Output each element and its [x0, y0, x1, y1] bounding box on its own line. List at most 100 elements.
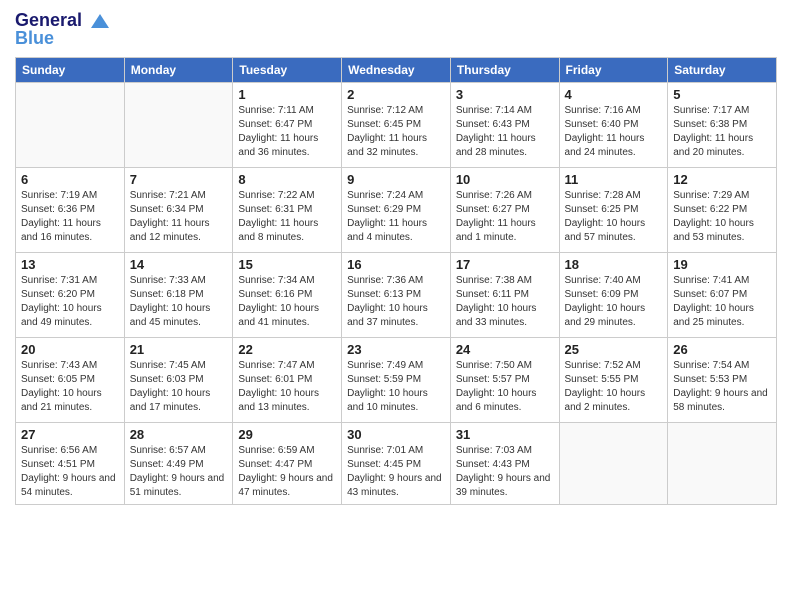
calendar-cell: 21Sunrise: 7:45 AM Sunset: 6:03 PM Dayli… [124, 338, 233, 423]
calendar-week-5: 27 Sunrise: 6:56 AM Sunset: 4:51 PM Dayli… [16, 423, 777, 505]
calendar-week-4: 20 Sunrise: 7:43 AM Sunset: 6:05 PM Dayli… [16, 338, 777, 423]
date-number: 2 [347, 87, 445, 102]
cell-daylight-info: Sunrise: 7:50 AM Sunset: 5:57 PM Dayligh… [456, 359, 554, 415]
logo-icon [89, 10, 111, 32]
cell-daylight-info: Sunrise: 7:43 AM Sunset: 6:05 PM Dayligh… [21, 359, 119, 415]
calendar-week-3: 13 Sunrise: 7:31 AM Sunset: 6:20 PM Dayli… [16, 253, 777, 338]
date-number: 3 [456, 87, 554, 102]
date-number: 1 [238, 87, 336, 102]
calendar-cell: 9 Sunrise: 7:24 AM Sunset: 6:29 PM Daylig… [342, 168, 451, 253]
page-container: General Blue SundayMondayTuesdayWednesda… [0, 0, 792, 515]
calendar-cell: 28 Sunrise: 6:57 AM Sunset: 4:49 PM Dayli… [124, 423, 233, 505]
cell-daylight-info: Sunrise: 7:36 AM Sunset: 6:13 PM Dayligh… [347, 274, 445, 330]
logo: General Blue [15, 10, 111, 49]
calendar-cell: 17 Sunrise: 7:38 AM Sunset: 6:11 PM Dayli… [450, 253, 559, 338]
calendar-body: 1 Sunrise: 7:11 AM Sunset: 6:47 PM Daylig… [16, 83, 777, 505]
cell-daylight-info: Sunrise: 7:31 AM Sunset: 6:20 PM Dayligh… [21, 274, 119, 330]
date-number: 8 [238, 172, 336, 187]
cell-daylight-info: Sunrise: 7:24 AM Sunset: 6:29 PM Dayligh… [347, 189, 445, 245]
cell-daylight-info: Sunrise: 7:41 AM Sunset: 6:07 PM Dayligh… [673, 274, 771, 330]
date-number: 15 [238, 257, 336, 272]
cell-daylight-info: Sunrise: 7:33 AM Sunset: 6:18 PM Dayligh… [130, 274, 228, 330]
day-header-wednesday: Wednesday [342, 58, 451, 83]
cell-daylight-info: Sunrise: 6:57 AM Sunset: 4:49 PM Dayligh… [130, 444, 228, 500]
header: General Blue [15, 10, 777, 49]
calendar-cell: 1 Sunrise: 7:11 AM Sunset: 6:47 PM Daylig… [233, 83, 342, 168]
calendar-week-2: 6Sunrise: 7:19 AM Sunset: 6:36 PM Daylig… [16, 168, 777, 253]
calendar-cell: 26 Sunrise: 7:54 AM Sunset: 5:53 PM Dayli… [668, 338, 777, 423]
date-number: 28 [130, 427, 228, 442]
cell-daylight-info: Sunrise: 7:12 AM Sunset: 6:45 PM Dayligh… [347, 104, 445, 160]
date-number: 14 [130, 257, 228, 272]
cell-daylight-info: Sunrise: 7:16 AM Sunset: 6:40 PM Dayligh… [565, 104, 663, 160]
date-number: 21 [130, 342, 228, 357]
cell-daylight-info: Sunrise: 7:11 AM Sunset: 6:47 PM Dayligh… [238, 104, 336, 160]
date-number: 13 [21, 257, 119, 272]
day-header-thursday: Thursday [450, 58, 559, 83]
cell-daylight-info: Sunrise: 7:38 AM Sunset: 6:11 PM Dayligh… [456, 274, 554, 330]
calendar-cell: 22 Sunrise: 7:47 AM Sunset: 6:01 PM Dayli… [233, 338, 342, 423]
date-number: 25 [565, 342, 663, 357]
day-header-monday: Monday [124, 58, 233, 83]
calendar-cell: 31 Sunrise: 7:03 AM Sunset: 4:43 PM Dayli… [450, 423, 559, 505]
date-number: 12 [673, 172, 771, 187]
date-number: 19 [673, 257, 771, 272]
date-number: 11 [565, 172, 663, 187]
date-number: 31 [456, 427, 554, 442]
calendar-cell: 24 Sunrise: 7:50 AM Sunset: 5:57 PM Dayli… [450, 338, 559, 423]
cell-daylight-info: Sunrise: 7:34 AM Sunset: 6:16 PM Dayligh… [238, 274, 336, 330]
cell-daylight-info: Sunrise: 7:14 AM Sunset: 6:43 PM Dayligh… [456, 104, 554, 160]
calendar-header-row: SundayMondayTuesdayWednesdayThursdayFrid… [16, 58, 777, 83]
cell-daylight-info: Sunrise: 7:17 AM Sunset: 6:38 PM Dayligh… [673, 104, 771, 160]
cell-daylight-info: Sunrise: 6:56 AM Sunset: 4:51 PM Dayligh… [21, 444, 119, 500]
day-header-tuesday: Tuesday [233, 58, 342, 83]
calendar-cell: 30 Sunrise: 7:01 AM Sunset: 4:45 PM Dayli… [342, 423, 451, 505]
cell-daylight-info: Sunrise: 7:28 AM Sunset: 6:25 PM Dayligh… [565, 189, 663, 245]
day-header-saturday: Saturday [668, 58, 777, 83]
cell-daylight-info: Sunrise: 7:03 AM Sunset: 4:43 PM Dayligh… [456, 444, 554, 500]
date-number: 20 [21, 342, 119, 357]
date-number: 16 [347, 257, 445, 272]
calendar-cell: 25 Sunrise: 7:52 AM Sunset: 5:55 PM Dayli… [559, 338, 668, 423]
cell-daylight-info: Sunrise: 7:40 AM Sunset: 6:09 PM Dayligh… [565, 274, 663, 330]
calendar-cell: 19 Sunrise: 7:41 AM Sunset: 6:07 PM Dayli… [668, 253, 777, 338]
calendar-cell [559, 423, 668, 505]
date-number: 22 [238, 342, 336, 357]
calendar-cell: 8 Sunrise: 7:22 AM Sunset: 6:31 PM Daylig… [233, 168, 342, 253]
calendar-cell: 4 Sunrise: 7:16 AM Sunset: 6:40 PM Daylig… [559, 83, 668, 168]
date-number: 4 [565, 87, 663, 102]
cell-daylight-info: Sunrise: 7:01 AM Sunset: 4:45 PM Dayligh… [347, 444, 445, 500]
date-number: 23 [347, 342, 445, 357]
calendar-cell: 29 Sunrise: 6:59 AM Sunset: 4:47 PM Dayli… [233, 423, 342, 505]
date-number: 26 [673, 342, 771, 357]
date-number: 18 [565, 257, 663, 272]
date-number: 29 [238, 427, 336, 442]
calendar-cell: 15 Sunrise: 7:34 AM Sunset: 6:16 PM Dayli… [233, 253, 342, 338]
calendar-cell: 2 Sunrise: 7:12 AM Sunset: 6:45 PM Daylig… [342, 83, 451, 168]
cell-daylight-info: Sunrise: 7:26 AM Sunset: 6:27 PM Dayligh… [456, 189, 554, 245]
calendar-cell: 12Sunrise: 7:29 AM Sunset: 6:22 PM Dayli… [668, 168, 777, 253]
calendar-cell [668, 423, 777, 505]
cell-daylight-info: Sunrise: 6:59 AM Sunset: 4:47 PM Dayligh… [238, 444, 336, 500]
calendar-cell: 13 Sunrise: 7:31 AM Sunset: 6:20 PM Dayli… [16, 253, 125, 338]
calendar-cell: 16 Sunrise: 7:36 AM Sunset: 6:13 PM Dayli… [342, 253, 451, 338]
calendar-cell: 7Sunrise: 7:21 AM Sunset: 6:34 PM Daylig… [124, 168, 233, 253]
cell-daylight-info: Sunrise: 7:47 AM Sunset: 6:01 PM Dayligh… [238, 359, 336, 415]
calendar-week-1: 1 Sunrise: 7:11 AM Sunset: 6:47 PM Daylig… [16, 83, 777, 168]
calendar-cell: 23Sunrise: 7:49 AM Sunset: 5:59 PM Dayli… [342, 338, 451, 423]
date-number: 9 [347, 172, 445, 187]
date-number: 6 [21, 172, 119, 187]
date-number: 30 [347, 427, 445, 442]
date-number: 17 [456, 257, 554, 272]
date-number: 27 [21, 427, 119, 442]
calendar-cell: 11 Sunrise: 7:28 AM Sunset: 6:25 PM Dayli… [559, 168, 668, 253]
calendar-cell: 18 Sunrise: 7:40 AM Sunset: 6:09 PM Dayli… [559, 253, 668, 338]
calendar-cell: 6Sunrise: 7:19 AM Sunset: 6:36 PM Daylig… [16, 168, 125, 253]
cell-daylight-info: Sunrise: 7:52 AM Sunset: 5:55 PM Dayligh… [565, 359, 663, 415]
cell-daylight-info: Sunrise: 7:22 AM Sunset: 6:31 PM Dayligh… [238, 189, 336, 245]
calendar-table: SundayMondayTuesdayWednesdayThursdayFrid… [15, 57, 777, 505]
calendar-cell [16, 83, 125, 168]
cell-daylight-info: Sunrise: 7:54 AM Sunset: 5:53 PM Dayligh… [673, 359, 771, 415]
calendar-cell: 10Sunrise: 7:26 AM Sunset: 6:27 PM Dayli… [450, 168, 559, 253]
date-number: 24 [456, 342, 554, 357]
